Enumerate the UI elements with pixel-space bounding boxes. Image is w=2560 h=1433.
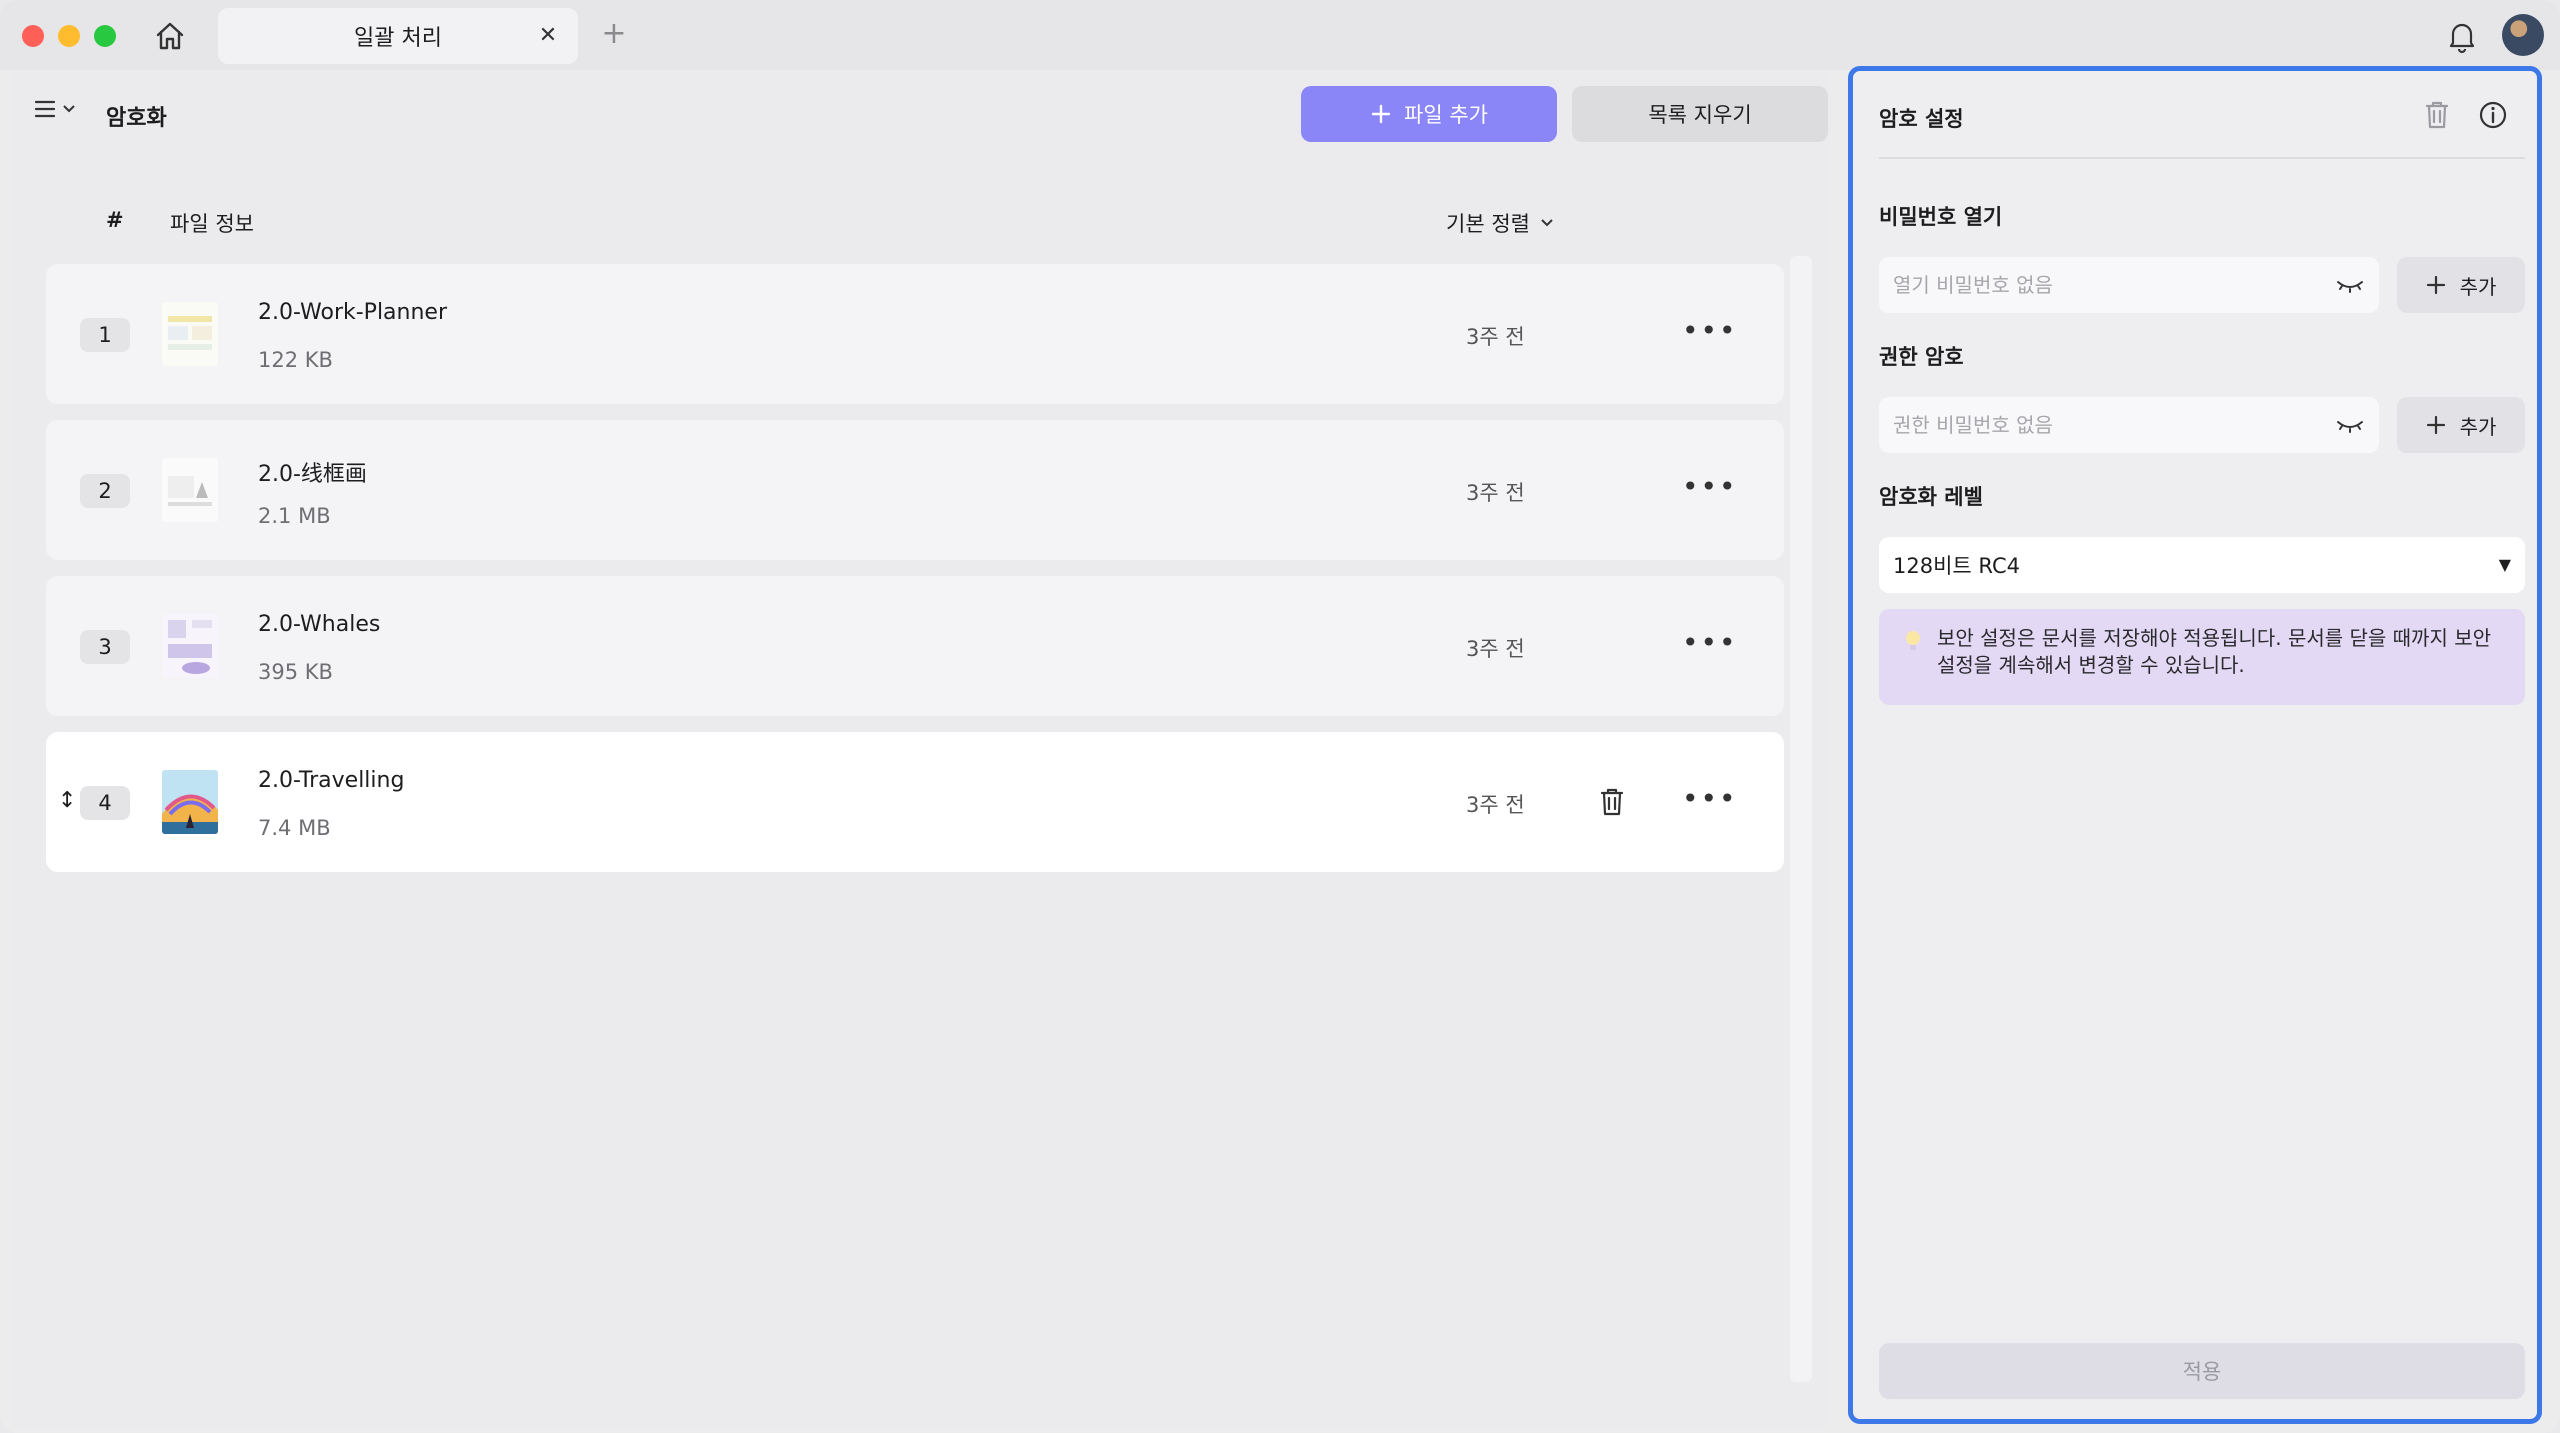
file-name: 2.0-Work-Planner [258, 300, 448, 325]
chevron-down-icon [1541, 219, 1553, 227]
row-number: 2 [80, 474, 130, 508]
file-thumbnail [162, 614, 218, 678]
apply-button[interactable]: 적용 [1879, 1343, 2525, 1399]
list-scrollbar[interactable] [1790, 256, 1812, 1382]
avatar[interactable] [2502, 14, 2544, 56]
plus-icon [2426, 275, 2445, 295]
encryption-level-label: 암호화 레벨 [1879, 485, 1983, 509]
add-file-button[interactable]: 파일 추가 [1301, 86, 1557, 142]
table-row[interactable]: 3 2.0-Whales 395 KB 3주 전 ••• [46, 576, 1784, 716]
row-number: 4 [80, 786, 130, 820]
open-password-input[interactable] [1893, 257, 2323, 313]
hamburger-icon [34, 100, 56, 118]
file-date: 3주 전 [1466, 637, 1525, 661]
eye-closed-icon[interactable] [2335, 273, 2365, 297]
file-name: 2.0-Whales [258, 612, 381, 637]
password-settings-panel: 암호 설정 비밀번호 열기 추가 권한 암호 추가 암호화 레벨 128비트 R… [1848, 66, 2542, 1424]
add-label: 추가 [2459, 274, 2497, 299]
row-number: 3 [80, 630, 130, 664]
title-bar: 일괄 처리 ✕ + [0, 0, 2560, 70]
file-date: 3주 전 [1466, 793, 1525, 817]
file-size: 7.4 MB [258, 816, 331, 840]
permission-password-label: 권한 암호 [1879, 345, 1964, 369]
file-thumbnail [162, 458, 218, 522]
panel-divider [1879, 157, 2525, 159]
tab-close-icon[interactable]: ✕ [534, 22, 562, 50]
bell-icon[interactable] [2442, 16, 2482, 56]
sort-label: 기본 정렬 [1446, 212, 1530, 236]
more-icon[interactable]: ••• [1682, 629, 1736, 662]
security-notice: 보안 설정은 문서를 저장해야 적용됩니다. 문서를 닫을 때까지 보안 설정을… [1879, 609, 2525, 705]
table-row[interactable]: 1 2.0-Work-Planner 122 KB 3주 전 ••• [46, 264, 1784, 404]
open-password-field[interactable] [1879, 257, 2379, 313]
row-number: 1 [80, 318, 130, 352]
notice-text: 보안 설정은 문서를 저장해야 적용됩니다. 문서를 닫을 때까지 보안 설정을… [1937, 626, 2492, 677]
info-icon[interactable] [2473, 95, 2513, 135]
panel-title: 암호 설정 [1879, 107, 1964, 131]
plus-icon [1371, 104, 1391, 124]
menu-toggle[interactable] [34, 98, 76, 120]
trash-icon[interactable] [1592, 782, 1632, 822]
file-date: 3주 전 [1466, 325, 1525, 349]
column-header-number: # [106, 208, 124, 232]
table-row[interactable]: ↕ 4 2.0-Travelling 7.4 MB 3주 전 ••• [46, 732, 1784, 872]
more-icon[interactable]: ••• [1682, 473, 1736, 506]
eye-closed-icon[interactable] [2335, 413, 2365, 437]
add-file-label: 파일 추가 [1404, 103, 1488, 127]
caret-down-icon: ▼ [2498, 555, 2511, 574]
close-window-button[interactable] [22, 25, 44, 47]
file-size: 122 KB [258, 348, 333, 372]
trash-icon[interactable] [2417, 95, 2457, 135]
clear-list-button[interactable]: 목록 지우기 [1572, 86, 1828, 142]
new-tab-button[interactable]: + [596, 16, 632, 52]
zoom-window-button[interactable] [94, 25, 116, 47]
open-password-label: 비밀번호 열기 [1879, 205, 2003, 229]
file-thumbnail [162, 302, 218, 366]
file-name: 2.0-Travelling [258, 768, 405, 793]
add-permission-password-button[interactable]: 추가 [2397, 397, 2525, 453]
file-list-pane: 암호화 파일 추가 목록 지우기 # 파일 정보 기본 정렬 1 2.0-Wor… [10, 70, 1830, 1430]
tab-batch-process[interactable]: 일괄 처리 ✕ [218, 8, 578, 64]
add-label: 추가 [2459, 414, 2497, 439]
column-header-file-info: 파일 정보 [170, 212, 254, 236]
plus-icon [2426, 415, 2445, 435]
permission-password-input[interactable] [1893, 397, 2323, 453]
permission-password-field[interactable] [1879, 397, 2379, 453]
table-row[interactable]: 2 2.0-线框画 2.1 MB 3주 전 ••• [46, 420, 1784, 560]
add-open-password-button[interactable]: 추가 [2397, 257, 2525, 313]
sort-dropdown[interactable]: 기본 정렬 [1446, 208, 1554, 238]
file-name: 2.0-线框画 [258, 462, 367, 487]
minimize-window-button[interactable] [58, 25, 80, 47]
home-icon[interactable] [150, 16, 190, 56]
drag-handle-icon[interactable]: ↕ [58, 788, 76, 813]
file-size: 395 KB [258, 660, 333, 684]
lightbulb-icon [1906, 631, 1920, 650]
encryption-level-value: 128비트 RC4 [1893, 554, 2020, 578]
encryption-level-select[interactable]: 128비트 RC4 ▼ [1879, 537, 2525, 593]
file-date: 3주 전 [1466, 481, 1525, 505]
file-size: 2.1 MB [258, 504, 331, 528]
tab-title: 일괄 처리 [354, 26, 442, 51]
chevron-down-icon [63, 105, 75, 113]
more-icon[interactable]: ••• [1682, 317, 1736, 350]
more-icon[interactable]: ••• [1682, 785, 1736, 818]
page-title: 암호화 [106, 106, 167, 131]
file-thumbnail [162, 770, 218, 834]
app-window: 일괄 처리 ✕ + 암호화 파일 추가 목록 지우기 # 파일 정보 기본 정렬… [0, 0, 2560, 1433]
